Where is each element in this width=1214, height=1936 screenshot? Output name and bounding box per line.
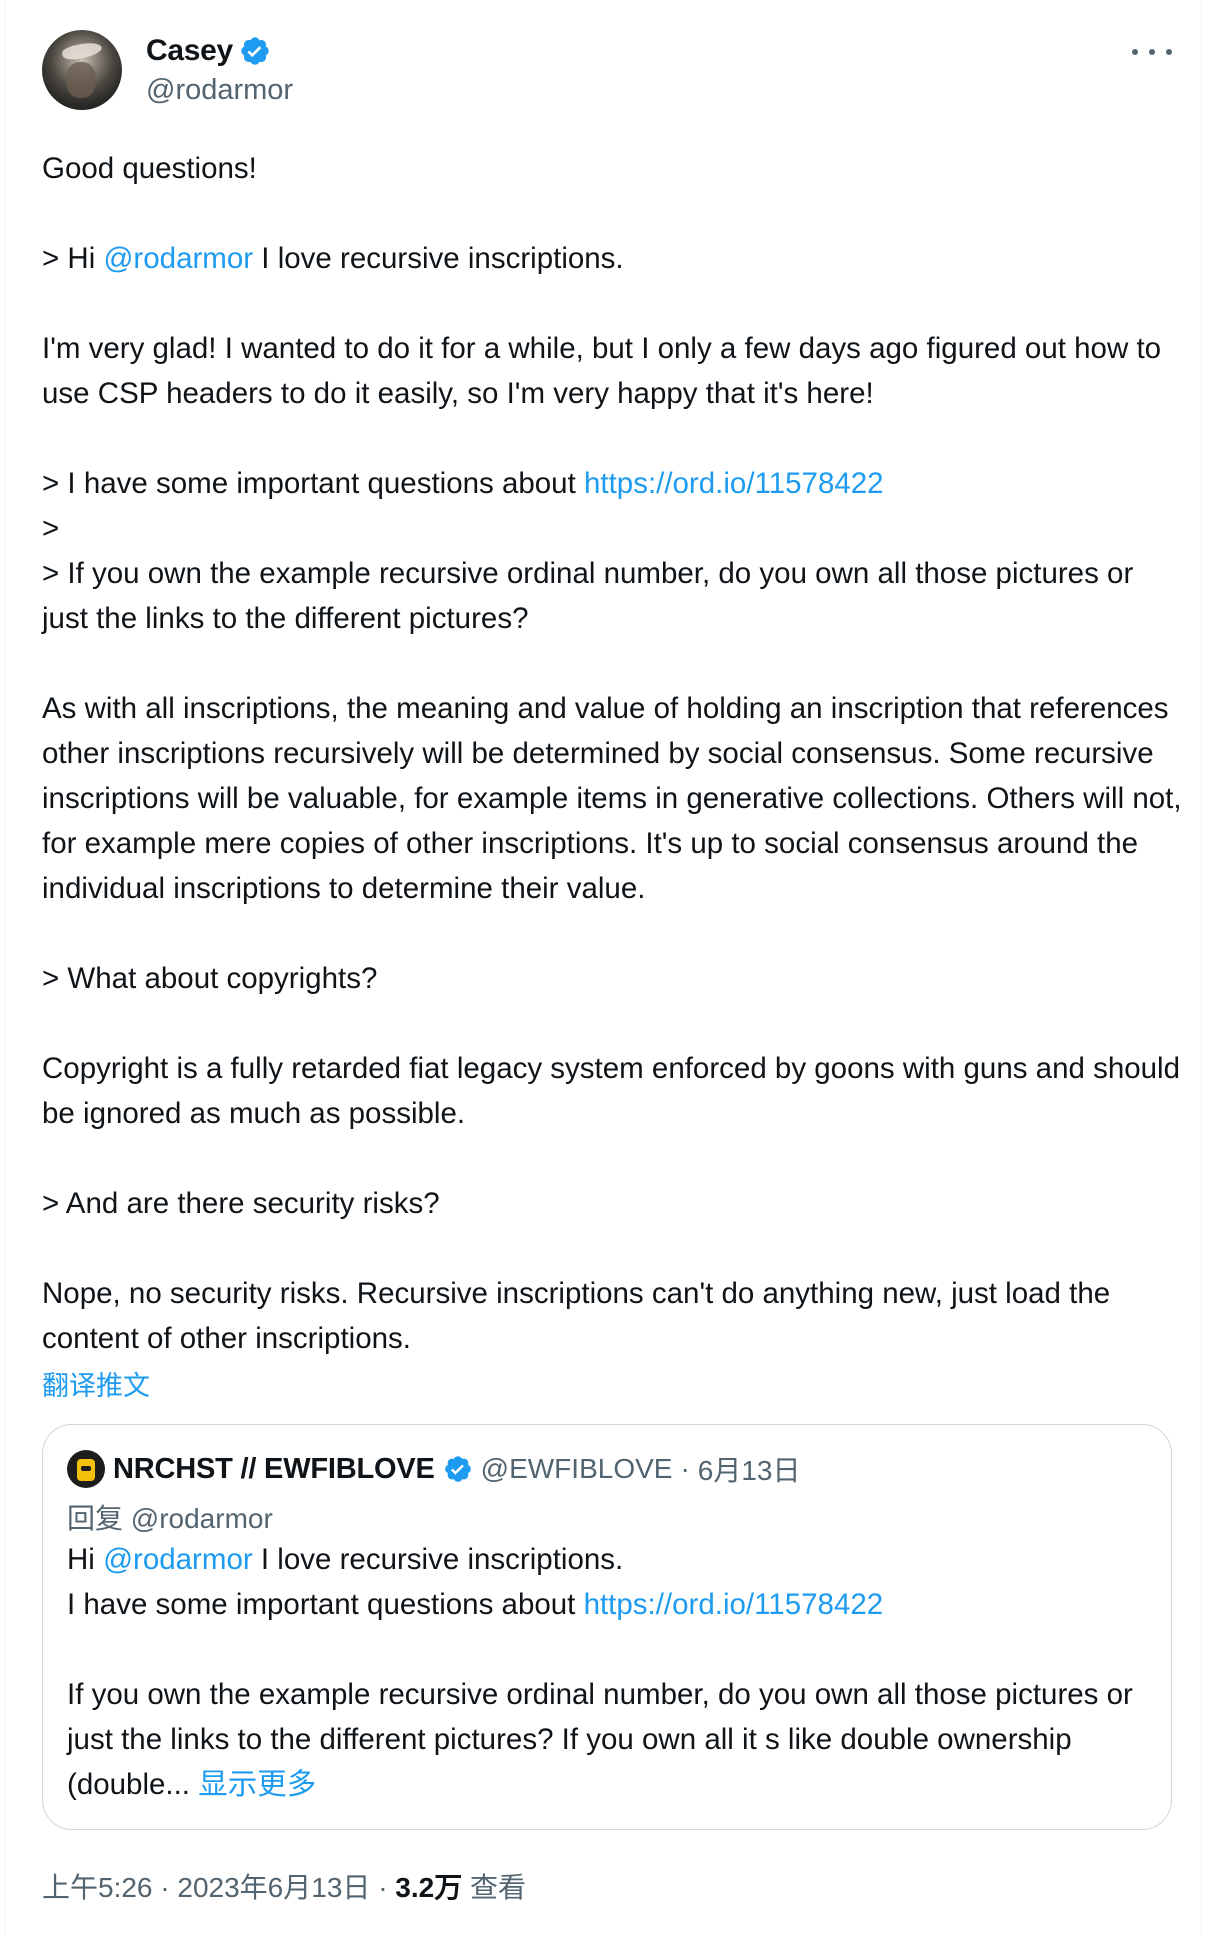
- tweet-paragraph: As with all inscriptions, the meaning an…: [42, 692, 1182, 905]
- url-link[interactable]: https://ord.io/11578422: [584, 467, 884, 500]
- author-handle[interactable]: @rodarmor: [146, 74, 293, 107]
- show-more-link[interactable]: 显示更多: [198, 1768, 316, 1801]
- author-name-row: Casey: [146, 32, 271, 70]
- translate-tweet-link[interactable]: 翻译推文: [42, 1364, 150, 1403]
- tweet-paragraph: >: [42, 512, 60, 545]
- tweet-paragraph: > What about copyrights?: [42, 962, 378, 995]
- mention-link: @rodarmor: [103, 1543, 253, 1576]
- separator-dot: ·: [680, 1453, 690, 1484]
- url-link: https://ord.io/11578422: [583, 1588, 884, 1621]
- quoted-paragraph: I have some important questions about ht…: [67, 1582, 1147, 1627]
- quoted-tweet[interactable]: NRCHST // EWFIBLOVE @EWFIBLOVE · 6月13日 回…: [42, 1424, 1172, 1830]
- tweet-paragraph: > Hi @rodarmor I love recursive inscript…: [42, 236, 1182, 281]
- author-avatar[interactable]: [42, 30, 122, 110]
- tweet-paragraph: > I have some important questions about …: [42, 461, 1182, 506]
- quoted-tweet-text: Hi @rodarmor I love recursive inscriptio…: [67, 1537, 1147, 1807]
- text-span: I love recursive inscriptions.: [253, 242, 624, 275]
- separator-dot: ·: [160, 1872, 170, 1903]
- text-span: I love recursive inscriptions.: [252, 1543, 624, 1576]
- quoted-author-avatar: [67, 1450, 105, 1488]
- quoted-author-name: NRCHST // EWFIBLOVE: [113, 1452, 435, 1485]
- verified-badge-icon: [444, 1456, 471, 1482]
- quoted-paragraph: Hi @rodarmor I love recursive inscriptio…: [67, 1537, 1147, 1582]
- quoted-author-handle: @EWFIBLOVE: [480, 1453, 673, 1484]
- views-count: 3.2万: [395, 1872, 463, 1903]
- quoted-tweet-header: NRCHST // EWFIBLOVE @EWFIBLOVE · 6月13日: [67, 1449, 801, 1489]
- text-span: > Hi: [42, 242, 104, 275]
- tweet-header: Casey @rodarmor: [42, 30, 1182, 112]
- tweet-paragraph: Nope, no security risks. Recursive inscr…: [42, 1277, 1111, 1355]
- tweet-text: Good questions! > Hi @rodarmor I love re…: [42, 146, 1182, 1361]
- tweet-meta: 上午5:26 · 2023年6月13日 · 3.2万 查看: [42, 1866, 526, 1906]
- reply-to-label: 回复 @rodarmor: [67, 1503, 273, 1534]
- views-label: 查看: [470, 1872, 527, 1903]
- tweet-paragraph: > If you own the example recursive ordin…: [42, 557, 1134, 635]
- quoted-paragraph: If you own the example recursive ordinal…: [67, 1672, 1147, 1807]
- tweet-time[interactable]: 上午5:26: [42, 1872, 153, 1903]
- tweet-paragraph: > And are there security risks?: [42, 1187, 440, 1220]
- author-name[interactable]: Casey: [146, 34, 233, 68]
- text-span: > I have some important questions about: [42, 467, 584, 500]
- verified-badge-icon: [241, 37, 269, 65]
- mention-link[interactable]: @rodarmor: [103, 242, 253, 275]
- tweet-date[interactable]: 2023年6月13日: [177, 1872, 370, 1903]
- more-options-icon[interactable]: [1132, 42, 1172, 62]
- text-span: I have some important questions about: [67, 1588, 584, 1621]
- quoted-tweet-date: 6月13日: [697, 1455, 801, 1486]
- text-span: Hi: [67, 1543, 104, 1576]
- tweet-paragraph: Good questions!: [42, 152, 257, 185]
- tweet-detail: Casey @rodarmor Good questions! > Hi @ro…: [4, 0, 1202, 1936]
- tweet-paragraph: I'm very glad! I wanted to do it for a w…: [42, 332, 1162, 410]
- tweet-paragraph: Copyright is a fully retarded fiat legac…: [42, 1052, 1181, 1130]
- separator-dot: ·: [378, 1872, 388, 1903]
